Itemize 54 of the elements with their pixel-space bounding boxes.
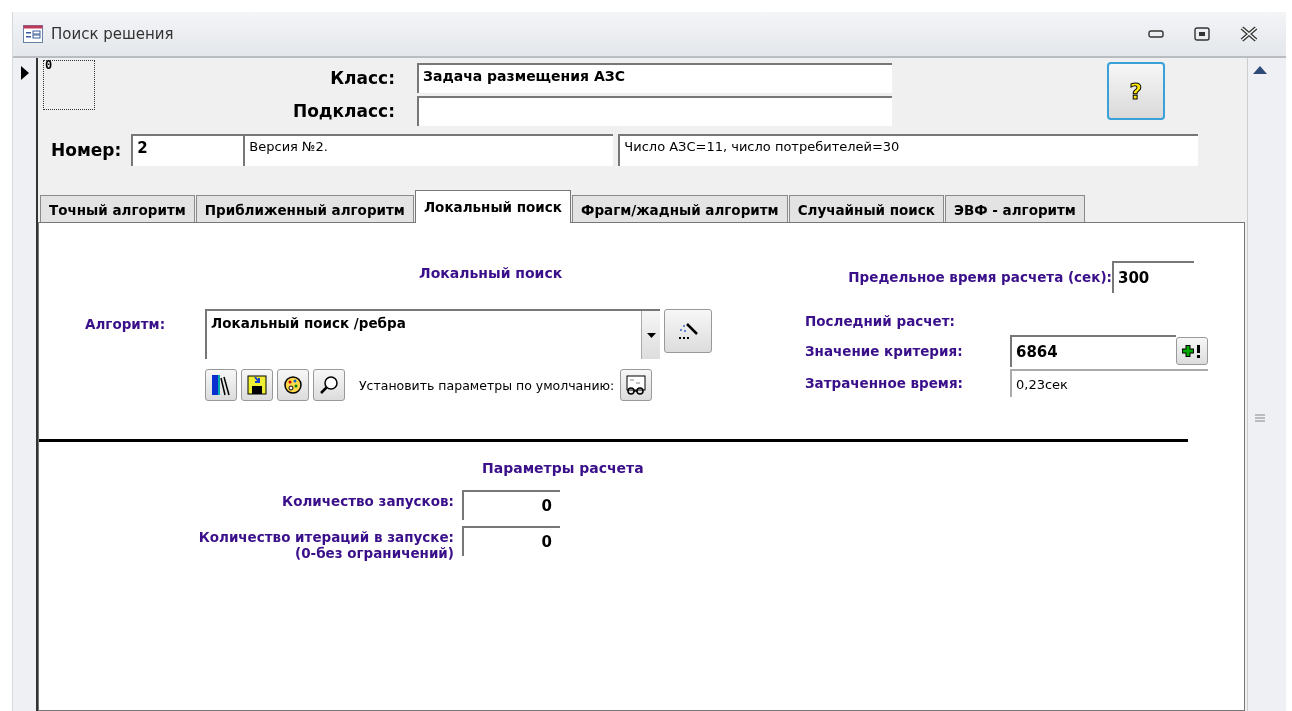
book-button[interactable]: [205, 369, 237, 401]
close-icon[interactable]: [1240, 26, 1258, 42]
parameter-label: Количество итераций в запуске:: [198, 529, 454, 545]
time-limit-label: Предельное время расчета (сек):: [848, 269, 1112, 285]
save-icon: [247, 375, 267, 395]
last-run-label: Последний расчет:: [805, 313, 956, 329]
tab[interactable]: Случайный поиск: [788, 195, 944, 222]
parameter-field[interactable]: 0: [462, 490, 560, 520]
defaults-label: Установить параметры по умолчанию:: [359, 377, 615, 393]
elapsed-field: 0,23сек: [1010, 369, 1208, 397]
class-label: Класс:: [329, 68, 395, 88]
palette-icon: [283, 375, 303, 395]
palette-button[interactable]: [277, 369, 309, 401]
wand-button[interactable]: [664, 309, 712, 353]
search-icon: [319, 375, 339, 395]
add-button[interactable]: [1176, 337, 1208, 365]
record-marker: 0: [45, 58, 53, 72]
parameter-label: Количество запусков:: [282, 493, 454, 509]
criterion-field[interactable]: 6864: [1010, 335, 1176, 367]
plus-icon: [1181, 343, 1203, 359]
class-field[interactable]: Задача размещения АЗС: [417, 63, 892, 93]
parameter-field[interactable]: 0: [462, 526, 560, 556]
search-button[interactable]: [313, 369, 345, 401]
save-button[interactable]: [241, 369, 273, 401]
subclass-field[interactable]: [417, 96, 892, 126]
tab[interactable]: Фрагм/жадный алгоритм: [572, 195, 788, 222]
glasses-icon: [625, 374, 648, 396]
section-title: Локальный поиск: [419, 265, 564, 281]
scroll-grip-icon[interactable]: [1255, 414, 1265, 422]
number-label: Номер:: [51, 140, 122, 160]
elapsed-label: Затраченное время:: [805, 375, 964, 391]
minimize-icon[interactable]: [1148, 30, 1164, 38]
form-icon: [23, 25, 43, 43]
subclass-label: Подкласс:: [291, 101, 395, 121]
criterion-label: Значение критерия:: [805, 343, 964, 359]
restore-icon[interactable]: [1194, 27, 1210, 41]
version-field[interactable]: Версия №2.: [243, 134, 614, 166]
book-icon: [211, 374, 231, 396]
section-title: Параметры расчета: [482, 460, 645, 476]
defaults-button[interactable]: [620, 369, 653, 401]
window-title: Поиск решения: [51, 25, 174, 43]
description-field[interactable]: Число АЗС=11, число потребителей=30: [618, 134, 1199, 166]
algorithm-label: Алгоритм:: [85, 315, 167, 332]
tab[interactable]: Точный алгоритм: [40, 195, 195, 222]
dropdown-icon: [646, 332, 656, 338]
time-limit-field[interactable]: 300: [1112, 261, 1194, 293]
scroll-up-icon[interactable]: [1253, 66, 1267, 74]
current-record-icon: [21, 66, 29, 80]
algorithm-combobox[interactable]: Локальный поиск /ребра: [205, 309, 660, 359]
tab[interactable]: ЭВФ - алгоритм: [945, 195, 1085, 222]
parameter-note: (0-без ограничений): [294, 545, 454, 561]
number-field[interactable]: 2: [131, 134, 244, 166]
tab[interactable]: Локальный поиск: [414, 190, 571, 223]
tab[interactable]: Приближенный алгоритм: [195, 195, 414, 222]
